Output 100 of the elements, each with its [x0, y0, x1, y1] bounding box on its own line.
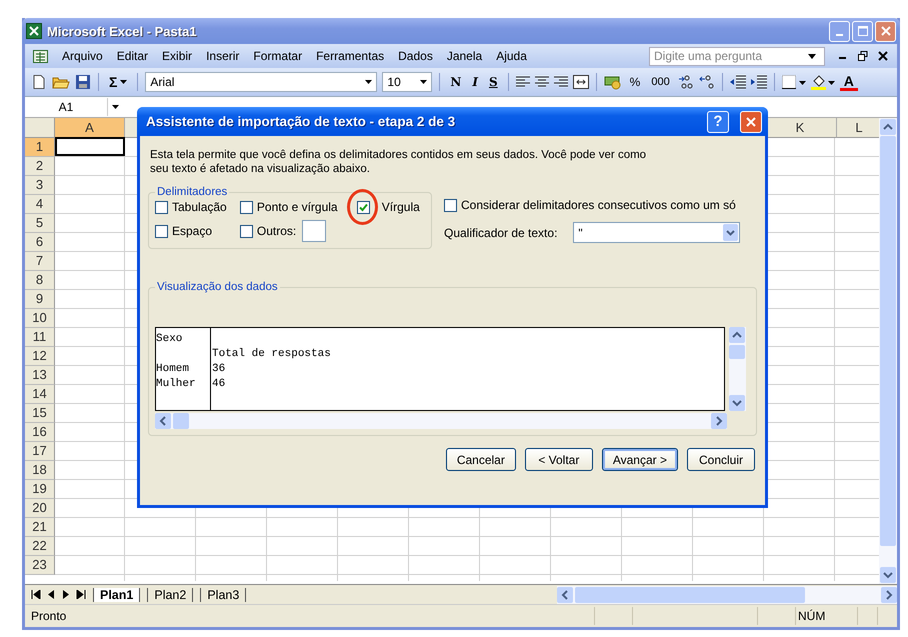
- decrease-decimal-icon[interactable]: [698, 75, 715, 89]
- scroll-down-icon[interactable]: [880, 567, 896, 583]
- menu-item[interactable]: Exibir: [155, 47, 200, 65]
- scroll-thumb[interactable]: [575, 586, 805, 602]
- text-qualifier-dropdown[interactable]: ": [573, 222, 740, 243]
- merge-cells-icon[interactable]: [572, 75, 589, 89]
- restore-icon[interactable]: [858, 51, 868, 61]
- row-header[interactable]: 22: [25, 537, 55, 556]
- sheet-tab[interactable]: Plan1: [93, 588, 140, 602]
- autosum-button[interactable]: Σ: [106, 72, 130, 92]
- other-delimiter-field[interactable]: [302, 220, 326, 242]
- row-header[interactable]: 18: [25, 461, 55, 480]
- scroll-up-icon[interactable]: [729, 327, 745, 343]
- checkbox[interactable]: [155, 200, 168, 214]
- font-size-dropdown[interactable]: 10: [382, 72, 432, 92]
- menu-item[interactable]: Inserir: [199, 47, 246, 65]
- currency-icon[interactable]: [604, 74, 622, 90]
- align-right-icon[interactable]: [554, 76, 568, 88]
- name-box[interactable]: A1: [25, 98, 108, 116]
- checkbox-label[interactable]: Ponto e vírgula: [256, 200, 338, 214]
- scroll-left-icon[interactable]: [155, 413, 171, 429]
- increase-decimal-icon[interactable]: [678, 75, 694, 89]
- checkbox[interactable]: [240, 224, 253, 238]
- align-left-icon[interactable]: [516, 76, 530, 88]
- scroll-thumb[interactable]: [880, 136, 896, 546]
- next-sheet-icon[interactable]: [62, 590, 69, 599]
- help-button[interactable]: ?: [707, 110, 729, 132]
- row-header[interactable]: 12: [25, 347, 55, 366]
- menu-item[interactable]: Dados: [391, 47, 440, 65]
- sheet-tab[interactable]: Plan3: [200, 588, 246, 602]
- vertical-scrollbar[interactable]: [729, 327, 746, 411]
- dialog-button[interactable]: Concluir: [687, 448, 755, 471]
- row-header[interactable]: 11: [25, 328, 55, 347]
- row-header[interactable]: 2: [25, 157, 55, 176]
- checkbox-label[interactable]: Tabulação: [172, 200, 227, 214]
- row-header[interactable]: 1: [25, 138, 55, 157]
- row-header[interactable]: 10: [25, 309, 55, 328]
- row-header[interactable]: 20: [25, 499, 55, 518]
- decrease-indent-icon[interactable]: [730, 75, 746, 89]
- row-header[interactable]: 3: [25, 176, 55, 195]
- row-header[interactable]: 13: [25, 366, 55, 385]
- row-header[interactable]: 7: [25, 252, 55, 271]
- font-dropdown[interactable]: Arial: [145, 72, 378, 92]
- close-button[interactable]: [740, 110, 762, 132]
- font-color-button[interactable]: A: [840, 73, 858, 91]
- horizontal-scrollbar[interactable]: [155, 413, 727, 429]
- borders-icon[interactable]: [782, 75, 806, 89]
- menu-item[interactable]: Ferramentas: [309, 47, 392, 65]
- increase-indent-icon[interactable]: [750, 75, 767, 89]
- previous-sheet-icon[interactable]: [48, 590, 55, 599]
- scroll-right-icon[interactable]: [711, 413, 727, 429]
- close-icon[interactable]: [878, 51, 888, 61]
- row-header[interactable]: 14: [25, 385, 55, 404]
- row-header[interactable]: 9: [25, 290, 55, 309]
- scroll-thumb[interactable]: [173, 413, 189, 429]
- dialog-button[interactable]: Avançar >: [602, 448, 678, 471]
- menu-item[interactable]: Formatar: [246, 47, 310, 65]
- checkbox-label[interactable]: Outros:: [256, 224, 296, 238]
- horizontal-scrollbar[interactable]: [557, 586, 897, 604]
- row-header[interactable]: 23: [25, 556, 55, 575]
- scroll-right-icon[interactable]: [881, 586, 897, 602]
- vertical-scrollbar[interactable]: [879, 118, 897, 584]
- align-center-icon[interactable]: [534, 76, 549, 88]
- row-header[interactable]: 16: [25, 423, 55, 442]
- row-header[interactable]: 21: [25, 518, 55, 537]
- sheet-tab[interactable]: Plan2: [147, 588, 194, 602]
- dropdown-arrow-icon[interactable]: [112, 105, 119, 109]
- percent-button[interactable]: %: [626, 72, 644, 92]
- scroll-down-icon[interactable]: [729, 395, 745, 411]
- new-document-icon[interactable]: [31, 74, 47, 90]
- scroll-left-icon[interactable]: [557, 586, 573, 602]
- menu-item[interactable]: Arquivo: [55, 47, 110, 65]
- menu-item[interactable]: Editar: [110, 47, 156, 65]
- checkbox[interactable]: [155, 224, 168, 238]
- row-header[interactable]: 4: [25, 195, 55, 214]
- thousands-separator-button[interactable]: 000: [648, 72, 673, 92]
- row-header[interactable]: 8: [25, 271, 55, 290]
- scroll-thumb[interactable]: [729, 345, 745, 359]
- row-header[interactable]: 6: [25, 233, 55, 252]
- row-header[interactable]: 5: [25, 214, 55, 233]
- italic-button[interactable]: I: [469, 72, 481, 92]
- help-search-field[interactable]: Digite uma pergunta: [649, 46, 825, 66]
- checkbox[interactable]: [240, 200, 253, 214]
- column-header[interactable]: A: [55, 118, 125, 138]
- checkbox[interactable]: [356, 200, 370, 214]
- checkbox-label[interactable]: Espaço: [172, 224, 212, 238]
- row-header[interactable]: 15: [25, 404, 55, 423]
- row-header[interactable]: 17: [25, 442, 55, 461]
- last-sheet-icon[interactable]: [76, 590, 86, 599]
- checkbox-label[interactable]: Vírgula: [382, 200, 420, 214]
- row-header[interactable]: 19: [25, 480, 55, 499]
- first-sheet-icon[interactable]: [31, 590, 41, 599]
- underline-button[interactable]: S: [486, 72, 501, 92]
- close-button[interactable]: [875, 20, 896, 42]
- checkbox-label[interactable]: Considerar delimitadores consecutivos como um só: [461, 198, 736, 212]
- checkbox[interactable]: [444, 198, 457, 212]
- active-cell[interactable]: [55, 137, 125, 156]
- scroll-up-icon[interactable]: [880, 119, 896, 135]
- dialog-button[interactable]: < Voltar: [524, 448, 593, 471]
- fill-color-icon[interactable]: [810, 74, 835, 90]
